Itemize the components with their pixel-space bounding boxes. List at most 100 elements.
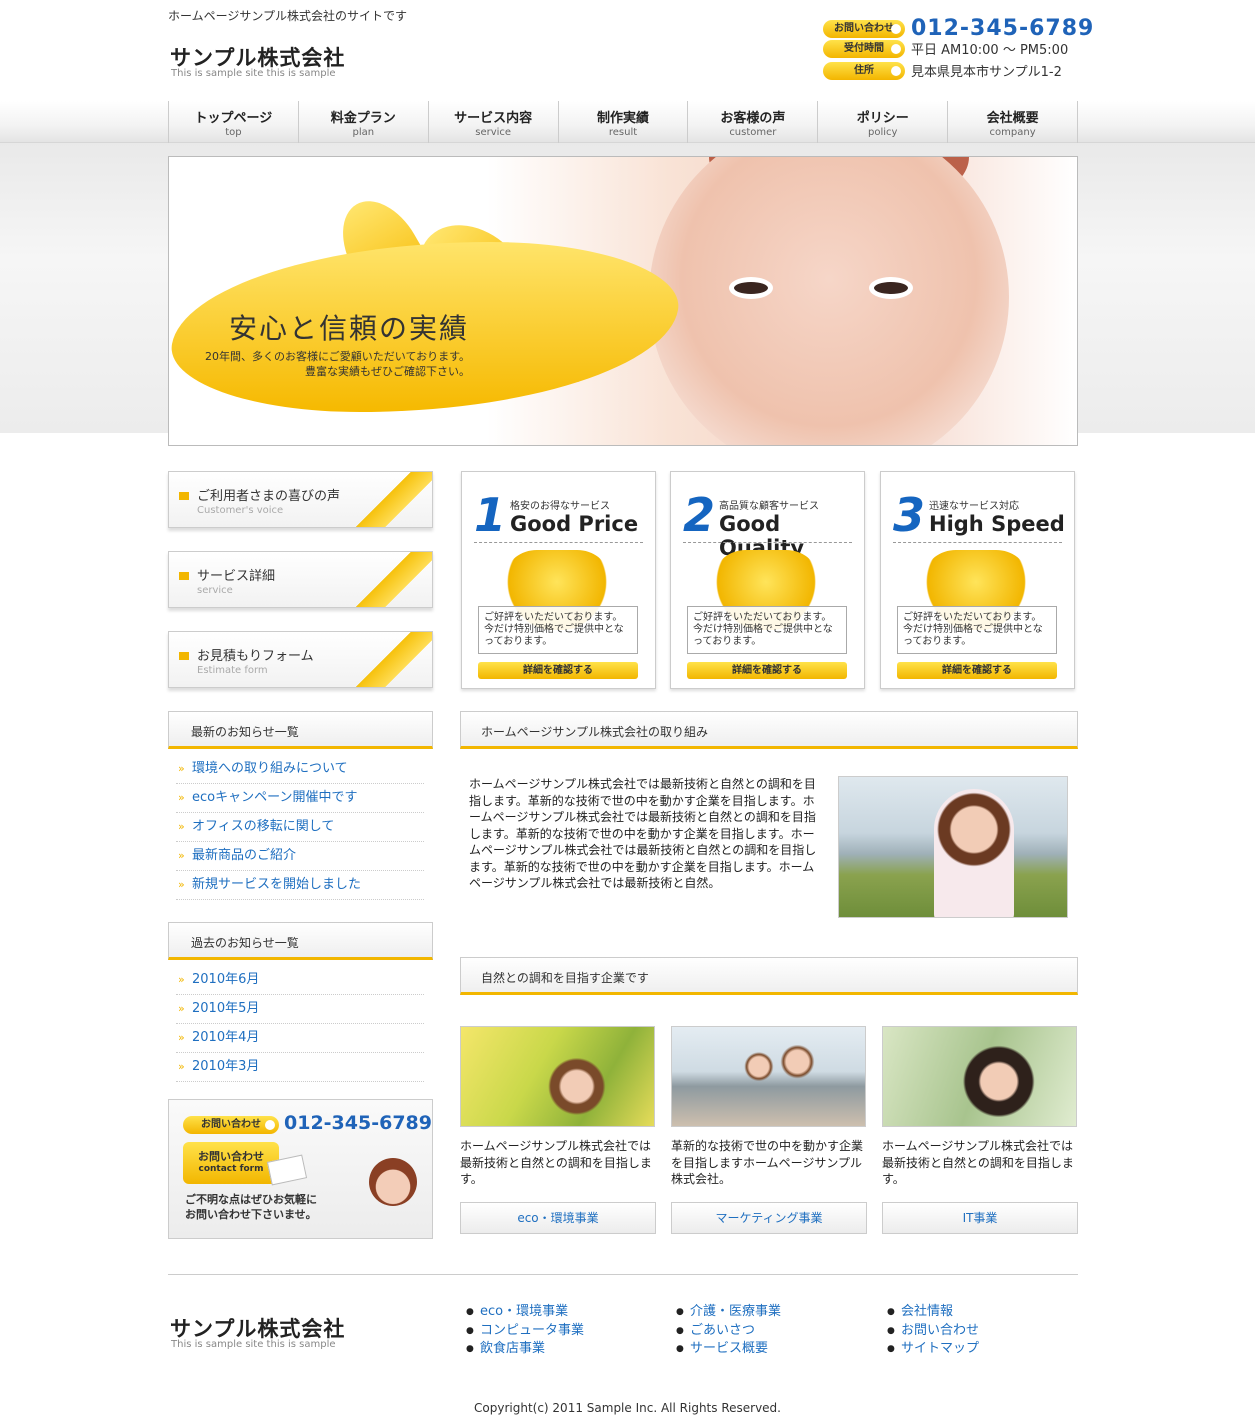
feature-card-good-price: 1 格安のお得なサービス Good Price ご好評をいただいております。今だ… — [461, 471, 656, 689]
hero-photo-face — [649, 157, 1009, 445]
site-tagline: ホームページサンプル株式会社のサイトです — [168, 9, 408, 23]
it-business-button[interactable]: IT事業 — [882, 1202, 1078, 1234]
address-label-pill: 住所 — [823, 61, 905, 80]
hero-subtitle-line: 20年間、多くのお客様にご愛顧いただいております。 — [205, 350, 471, 363]
nav-item-top[interactable]: トップページ top — [168, 101, 298, 143]
feature-caption: 迅速なサービス対応 — [929, 501, 1019, 512]
feature-divider — [683, 542, 852, 543]
nav-label: トップページ — [194, 111, 273, 126]
harmony-photo-1 — [460, 1026, 655, 1127]
archive-list: 2010年6月 2010年5月 2010年4月 2010年3月 — [176, 966, 424, 1082]
ribbon-icon — [352, 632, 432, 687]
footer-link[interactable]: お問い合わせ — [887, 1322, 979, 1341]
feature-detail-button[interactable]: 詳細を確認する — [687, 662, 847, 679]
news-item[interactable]: ecoキャンペーン開催中です — [176, 784, 424, 813]
inquiry-banner[interactable]: お問い合わせ 012-345-6789 お問い合わせ contact form … — [168, 1099, 433, 1239]
marketing-business-button[interactable]: マーケティング事業 — [671, 1202, 867, 1234]
footer-links-2: 介護・医療事業 ごあいさつ サービス概要 — [676, 1303, 781, 1359]
feature-detail-button[interactable]: 詳細を確認する — [897, 662, 1057, 679]
nav-item-company[interactable]: 会社概要 company — [947, 101, 1079, 143]
address-value: 見本県見本市サンプル1-2 — [911, 65, 1062, 80]
harmony-text-2: 革新的な技術で世の中を動かす企業を目指しますホームページサンプル株式会社。 — [671, 1139, 864, 1186]
feature-number: 2 — [683, 488, 716, 542]
inquiry-note-line: ご不明な点はぜひお気軽に — [185, 1193, 317, 1206]
harmony-photo-2 — [671, 1026, 866, 1127]
archive-item[interactable]: 2010年4月 — [176, 1024, 424, 1053]
harmony-text-3: ホームページサンプル株式会社では最新技術と自然との調和を目指します。 — [882, 1139, 1074, 1186]
feature-number: 3 — [893, 488, 926, 542]
header-hours: 受付時間 平日 AM10:00 ～ PM5:00 — [823, 39, 1068, 58]
footer-link[interactable]: ごあいさつ — [676, 1322, 781, 1341]
nav-item-customer[interactable]: お客様の声 customer — [687, 101, 817, 143]
header-address: 住所 見本県見本市サンプル1-2 — [823, 61, 1062, 80]
nav-label: ポリシー — [856, 111, 909, 126]
nav-sublabel: result — [608, 127, 638, 138]
news-list: 環境への取り組みについて ecoキャンペーン開催中です オフィスの移転に関して … — [176, 755, 424, 900]
harmony-photo-3 — [882, 1026, 1077, 1127]
inquiry-note: ご不明な点はぜひお気軽に お問い合わせ下さいませ。 — [185, 1192, 317, 1222]
feature-text: ご好評をいただいております。今だけ特別価格でご提供中となっております。 — [897, 606, 1057, 654]
eco-business-button[interactable]: eco・環境事業 — [460, 1202, 656, 1234]
section-heading-harmony: 自然との調和を目指す企業です — [460, 957, 1078, 995]
hero-photo-eye — [869, 277, 913, 299]
inquiry-phone-number[interactable]: 012-345-6789 — [284, 1112, 432, 1134]
hours-value: 平日 AM10:00 ～ PM5:00 — [911, 43, 1069, 58]
footer-link[interactable]: サイトマップ — [887, 1340, 979, 1359]
initiatives-photo — [838, 776, 1068, 918]
hero-subtitle-line: 豊富な実績もぜひご確認下さい。 — [305, 365, 471, 378]
news-item[interactable]: 最新商品のご紹介 — [176, 842, 424, 871]
hero-title: 安心と信頼の実績 — [229, 312, 470, 345]
service-detail-button[interactable]: サービス詳細 service — [168, 551, 433, 608]
feature-text: ご好評をいただいております。今だけ特別価格でご提供中となっております。 — [687, 606, 847, 654]
ribbon-icon — [352, 472, 432, 527]
ribbon-icon — [352, 552, 432, 607]
footer-logo-subtitle: This is sample site this is sample — [171, 1339, 336, 1350]
nav-label: お客様の声 — [720, 111, 786, 126]
nav-sublabel: service — [475, 127, 512, 138]
archive-item[interactable]: 2010年3月 — [176, 1053, 424, 1082]
contact-form-button[interactable]: お問い合わせ contact form — [183, 1142, 279, 1184]
initiatives-body: ホームページサンプル株式会社では最新技術と自然との調和を目指します。革新的な技術… — [469, 777, 817, 890]
side-button-label: お見積もりフォーム — [197, 649, 314, 664]
nav-label: 会社概要 — [986, 111, 1039, 126]
customer-voice-button[interactable]: ご利用者さまの喜びの声 Customer's voice — [168, 471, 433, 528]
section-heading-initiatives: ホームページサンプル株式会社の取り組み — [460, 711, 1078, 749]
feature-divider — [474, 542, 643, 543]
news-item[interactable]: 新規サービスを開始しました — [176, 871, 424, 900]
feature-detail-button[interactable]: 詳細を確認する — [478, 662, 638, 679]
header-phone-number[interactable]: 012-345-6789 — [911, 16, 1094, 41]
header-contact-phone: お問い合わせ 012-345-6789 — [823, 16, 1094, 41]
footer-links-1: eco・環境事業 コンピュータ事業 飲食店事業 — [466, 1303, 584, 1359]
nav-item-result[interactable]: 制作実績 result — [557, 101, 688, 143]
nav-item-plan[interactable]: 料金プラン plan — [297, 101, 428, 143]
archive-item[interactable]: 2010年6月 — [176, 966, 424, 995]
footer-links-3: 会社情報 お問い合わせ サイトマップ — [887, 1303, 979, 1359]
hero-photo-eye — [729, 277, 773, 299]
global-nav: トップページ top 料金プラン plan サービス内容 service 制作実績 re… — [0, 101, 1255, 143]
nav-item-policy[interactable]: ポリシー policy — [817, 101, 947, 143]
bullet-square-icon — [179, 652, 189, 660]
archive-item[interactable]: 2010年5月 — [176, 995, 424, 1024]
footer-link[interactable]: 会社情報 — [887, 1303, 979, 1322]
estimate-form-button[interactable]: お見積もりフォーム Estimate form — [168, 631, 433, 688]
contact-form-label: お問い合わせ — [198, 1150, 264, 1163]
nav-label: 制作実績 — [597, 111, 650, 126]
footer-link[interactable]: 飲食店事業 — [466, 1340, 584, 1359]
hero-subtitle: 20年間、多くのお客様にご愛顧いただいております。豊富な実績もぜひご確認下さい。 — [205, 349, 470, 379]
feature-number: 1 — [474, 488, 507, 542]
news-item[interactable]: 環境への取り組みについて — [176, 755, 424, 784]
nav-sublabel: company — [989, 127, 1036, 138]
side-button-sublabel: service — [197, 585, 233, 596]
nav-sublabel: policy — [868, 127, 898, 138]
inquiry-label-pill: お問い合わせ — [183, 1116, 279, 1134]
side-button-label: サービス詳細 — [197, 569, 276, 584]
feature-card-high-speed: 3 迅速なサービス対応 High Speed ご好評をいただいております。今だけ… — [880, 471, 1075, 689]
footer-link[interactable]: 介護・医療事業 — [676, 1303, 781, 1322]
news-item[interactable]: オフィスの移転に関して — [176, 813, 424, 842]
nav-item-service[interactable]: サービス内容 service — [427, 101, 558, 143]
footer-link[interactable]: コンピュータ事業 — [466, 1322, 584, 1341]
side-button-sublabel: Estimate form — [197, 665, 268, 676]
footer-link[interactable]: eco・環境事業 — [466, 1303, 584, 1322]
footer-link[interactable]: サービス概要 — [676, 1340, 781, 1359]
side-button-label: ご利用者さまの喜びの声 — [197, 489, 341, 504]
